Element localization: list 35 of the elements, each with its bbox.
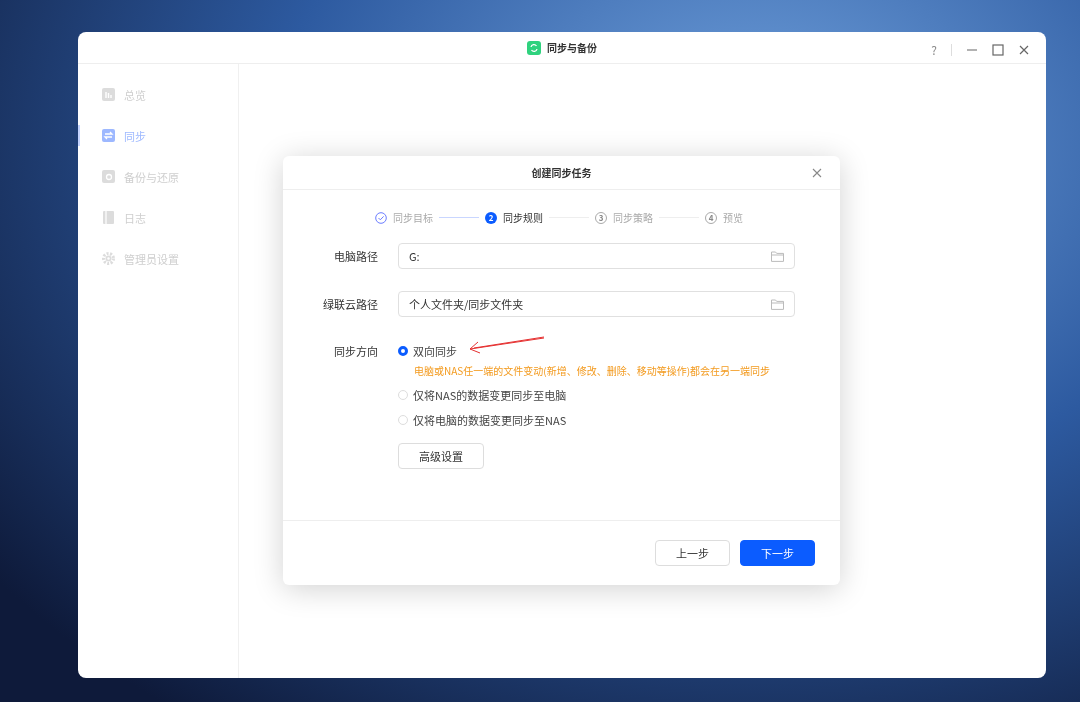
step-label: 同步策略 — [613, 210, 653, 225]
backup-icon — [102, 170, 115, 183]
radio-option[interactable]: 仅将NAS的数据变更同步至电脑 — [398, 387, 567, 403]
path-field[interactable]: 个人文件夹/同步文件夹 — [398, 291, 795, 317]
option-description: 电脑或NAS任一端的文件变动(新增、修改、删除、移动等操作)都会在另一端同步 — [414, 363, 771, 378]
next-button[interactable]: 下一步 — [740, 540, 815, 566]
dialog-title: 创建同步任务 — [531, 165, 592, 180]
radio-option[interactable]: 双向同步 — [398, 343, 457, 359]
step-number: 4 — [705, 211, 717, 224]
swap-arrows-icon — [102, 129, 115, 142]
field-label: 同步方向 — [333, 343, 378, 361]
step-number: 2 — [485, 211, 497, 224]
book-icon — [102, 211, 115, 224]
step-label: 同步目标 — [393, 210, 433, 225]
help-button[interactable]: ? — [931, 41, 937, 58]
close-icon[interactable] — [812, 168, 822, 178]
field-label: 绿联云路径 — [322, 296, 378, 312]
settings-icon — [102, 252, 115, 265]
folder-icon[interactable] — [771, 250, 784, 262]
field-label: 电脑路径 — [333, 248, 378, 264]
app-logo-icon — [527, 40, 541, 55]
path-field[interactable]: G: — [398, 243, 795, 269]
maximize-icon[interactable] — [992, 43, 1004, 56]
step-label: 同步规则 — [503, 210, 543, 225]
step-number: 3 — [595, 211, 607, 224]
step-label: 预览 — [723, 210, 743, 225]
folder-icon[interactable] — [771, 298, 784, 310]
radio-button[interactable] — [398, 346, 408, 356]
close-icon[interactable] — [1018, 43, 1030, 56]
check-circle-icon — [375, 211, 387, 224]
advanced-settings-button[interactable]: 高级设置 — [398, 443, 484, 469]
radio-option[interactable]: 仅将电脑的数据变更同步至NAS — [398, 412, 567, 428]
chart-icon — [102, 88, 115, 101]
back-button[interactable]: 上一步 — [655, 540, 730, 566]
window-title: 同步与备份 — [547, 40, 597, 55]
